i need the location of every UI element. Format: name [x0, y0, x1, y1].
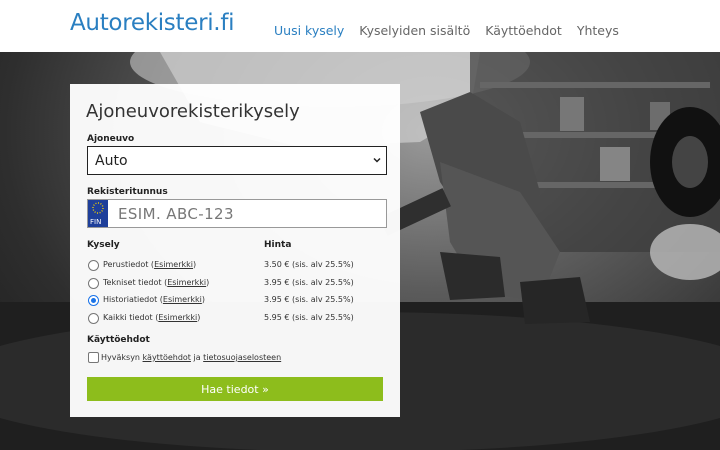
vehicle-type-label: Ajoneuvo: [87, 134, 135, 144]
radio-button[interactable]: [88, 313, 99, 324]
license-plate-field: FIN: [87, 199, 387, 228]
site-header: Autorekisteri.fi Uusi kysely Kyselyiden …: [0, 0, 720, 52]
query-price: 3.50 € (sis. alv 25.5%): [264, 260, 354, 269]
nav-item-yhteys[interactable]: Yhteys: [577, 23, 619, 38]
nav-item-uusi-kysely[interactable]: Uusi kysely: [274, 23, 344, 38]
radio-button[interactable]: [88, 278, 99, 289]
privacy-policy-link[interactable]: tietosuojaselosteen: [203, 353, 281, 362]
terms-link[interactable]: käyttöehdot: [143, 353, 191, 362]
example-link[interactable]: Esimerkki: [154, 260, 193, 269]
query-price: 3.95 € (sis. alv 25.5%): [264, 295, 354, 304]
plate-label: Rekisteritunnus: [87, 187, 168, 197]
main-nav: Uusi kysely Kyselyiden sisältö Käyttöehd…: [274, 23, 619, 38]
query-price: 3.95 € (sis. alv 25.5%): [264, 278, 354, 287]
terms-label: Käyttöehdot: [87, 335, 150, 345]
accept-terms-text: Hyväksyn käyttöehdot ja tietosuojaselost…: [101, 353, 282, 362]
vehicle-type-select[interactable]: Auto: [87, 146, 387, 175]
accept-terms-checkbox[interactable]: [88, 352, 99, 363]
submit-button[interactable]: Hae tiedot »: [87, 377, 383, 401]
price-column-label: Hinta: [264, 240, 292, 250]
vehicle-query-form: Ajoneuvorekisterikysely Ajoneuvo Auto Re…: [70, 84, 400, 417]
example-link[interactable]: Esimerkki: [163, 295, 202, 304]
license-plate-input[interactable]: [118, 203, 378, 224]
query-price: 5.95 € (sis. alv 25.5%): [264, 313, 354, 322]
example-link[interactable]: Esimerkki: [167, 278, 206, 287]
nav-item-kyselyiden-sisalto[interactable]: Kyselyiden sisältö: [359, 23, 470, 38]
eu-flag-band: FIN: [88, 200, 108, 227]
query-option-label: Perustiedot (Esimerkki): [103, 260, 197, 269]
example-link[interactable]: Esimerkki: [158, 313, 197, 322]
chevron-down-icon: [373, 157, 381, 163]
query-option-label: Historiatiedot (Esimerkki): [103, 295, 205, 304]
site-logo[interactable]: Autorekisteri.fi: [70, 10, 235, 36]
query-option-label: Tekniset tiedot (Esimerkki): [103, 278, 210, 287]
vehicle-type-value: Auto: [95, 153, 128, 169]
country-code: FIN: [90, 218, 102, 226]
query-column-label: Kysely: [87, 240, 120, 250]
query-option-label: Kaikki tiedot (Esimerkki): [103, 313, 201, 322]
form-title: Ajoneuvorekisterikysely: [86, 101, 300, 122]
eu-stars-icon: [92, 202, 104, 214]
radio-button-selected[interactable]: [88, 295, 99, 306]
nav-item-kayttoehdot[interactable]: Käyttöehdot: [485, 23, 562, 38]
radio-button[interactable]: [88, 260, 99, 271]
